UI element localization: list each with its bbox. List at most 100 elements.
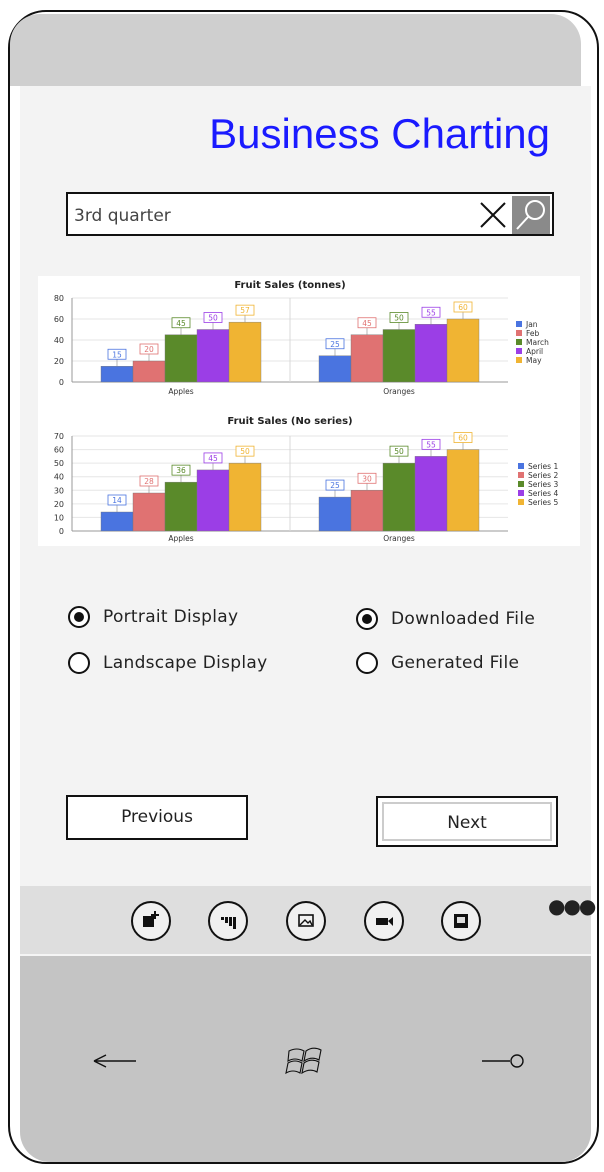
bar-chart: Fruit Sales (tonnes) 0 20 40 60 80 15 20 45 50 57 A…	[54, 280, 549, 396]
legend-label: April	[526, 347, 543, 356]
signal-icon[interactable]	[208, 901, 248, 941]
add-icon[interactable]	[131, 901, 171, 941]
bar	[446, 318, 480, 383]
data-label: 20	[144, 345, 154, 354]
x-tick-label: Oranges	[383, 387, 415, 396]
radio-label: Generated File	[391, 653, 520, 673]
bar	[196, 469, 230, 532]
bar	[164, 481, 198, 532]
legend-swatch	[518, 481, 524, 487]
search-button[interactable]	[512, 196, 550, 234]
radio-landscape-display[interactable]: Landscape Display	[68, 652, 268, 674]
legend-label: Series 3	[528, 480, 558, 489]
data-label: 36	[176, 466, 186, 475]
data-label: 60	[458, 434, 468, 443]
chart-title: Fruit Sales (No series)	[227, 416, 352, 427]
charts-svg: Fruit Sales (tonnes) 0 20 40 60 80 15 20 45 50 57 A…	[54, 280, 559, 543]
y-tick-label: 40	[54, 336, 64, 345]
data-label: 57	[240, 306, 250, 315]
bar	[414, 324, 448, 383]
legend-swatch	[516, 357, 522, 363]
legend-label: Feb	[526, 329, 540, 338]
legend-label: Series 4	[528, 489, 558, 498]
data-label: 50	[240, 447, 250, 456]
data-label: 28	[144, 477, 154, 486]
bar	[132, 360, 166, 383]
legend-swatch	[516, 339, 522, 345]
data-label: 25	[330, 340, 340, 349]
bar	[318, 355, 352, 383]
bar	[318, 496, 352, 532]
radio-portrait-display[interactable]: Portrait Display	[68, 606, 238, 628]
y-tick-label: 80	[54, 294, 64, 303]
y-tick-label: 70	[54, 432, 64, 441]
data-label: 14	[112, 496, 122, 505]
data-label: 45	[176, 319, 186, 328]
data-label: 30	[362, 474, 372, 483]
back-arrow-icon[interactable]	[92, 1052, 138, 1074]
data-label: 55	[426, 308, 436, 317]
y-tick-label: 20	[54, 357, 64, 366]
data-label: 45	[362, 319, 372, 328]
y-tick-label: 0	[59, 527, 64, 536]
windows-logo-icon[interactable]	[285, 1042, 325, 1086]
x-tick-label: Oranges	[383, 534, 415, 543]
phone-top-bezel	[10, 14, 581, 86]
radio-indicator	[356, 652, 378, 674]
page-title: Business Charting	[209, 110, 550, 157]
bar	[350, 334, 384, 383]
y-tick-label: 60	[54, 315, 64, 324]
bar	[196, 329, 230, 383]
legend-label: Series 2	[528, 471, 558, 480]
bar	[382, 329, 416, 383]
radio-label: Downloaded File	[391, 609, 536, 629]
legend-swatch	[516, 330, 522, 336]
radio-label: Portrait Display	[103, 607, 239, 627]
image-icon[interactable]	[286, 901, 326, 941]
chart-image: Fruit Sales (tonnes) 0 20 40 60 80 15 20 45 50 57 A…	[38, 276, 580, 546]
bar	[164, 334, 198, 383]
y-tick-label: 40	[54, 473, 64, 482]
data-label: 15	[112, 350, 122, 359]
bar	[100, 366, 134, 383]
next-button[interactable]: Next	[376, 796, 558, 847]
video-icon[interactable]	[364, 901, 404, 941]
y-tick-label: 0	[59, 378, 64, 387]
legend-swatch	[518, 463, 524, 469]
data-label: 55	[426, 440, 436, 449]
legend-label: March	[526, 338, 549, 347]
search-input[interactable]	[72, 200, 466, 232]
search-key-icon[interactable]	[480, 1052, 528, 1074]
bar	[100, 511, 134, 532]
legend-label: Series 5	[528, 498, 558, 507]
search-field	[66, 192, 554, 236]
radio-indicator	[68, 652, 90, 674]
bar	[228, 321, 262, 383]
bar	[132, 492, 166, 532]
more-icon[interactable]: ●●●	[548, 894, 596, 918]
radio-generated-file[interactable]: Generated File	[356, 652, 519, 674]
y-tick-label: 20	[54, 500, 64, 509]
x-tick-label: Apples	[168, 534, 193, 543]
bar	[228, 462, 262, 532]
close-icon[interactable]	[478, 200, 508, 230]
chart-title: Fruit Sales (tonnes)	[234, 280, 345, 291]
data-label: 60	[458, 303, 468, 312]
previous-button[interactable]: Previous	[66, 795, 248, 840]
legend-label: Series 1	[528, 462, 558, 471]
y-tick-label: 10	[54, 513, 64, 522]
y-tick-label: 60	[54, 446, 64, 455]
radio-downloaded-file[interactable]: Downloaded File	[356, 608, 535, 630]
radio-indicator	[68, 606, 90, 628]
bar	[414, 456, 448, 532]
legend-label: May	[526, 356, 542, 365]
bar	[382, 462, 416, 532]
legend-swatch	[518, 472, 524, 478]
data-label: 50	[394, 314, 404, 323]
y-tick-label: 50	[54, 459, 64, 468]
save-icon[interactable]	[441, 901, 481, 941]
legend-swatch	[516, 348, 522, 354]
legend-label: Jan	[525, 320, 538, 329]
radio-indicator	[356, 608, 378, 630]
legend-swatch	[518, 499, 524, 505]
